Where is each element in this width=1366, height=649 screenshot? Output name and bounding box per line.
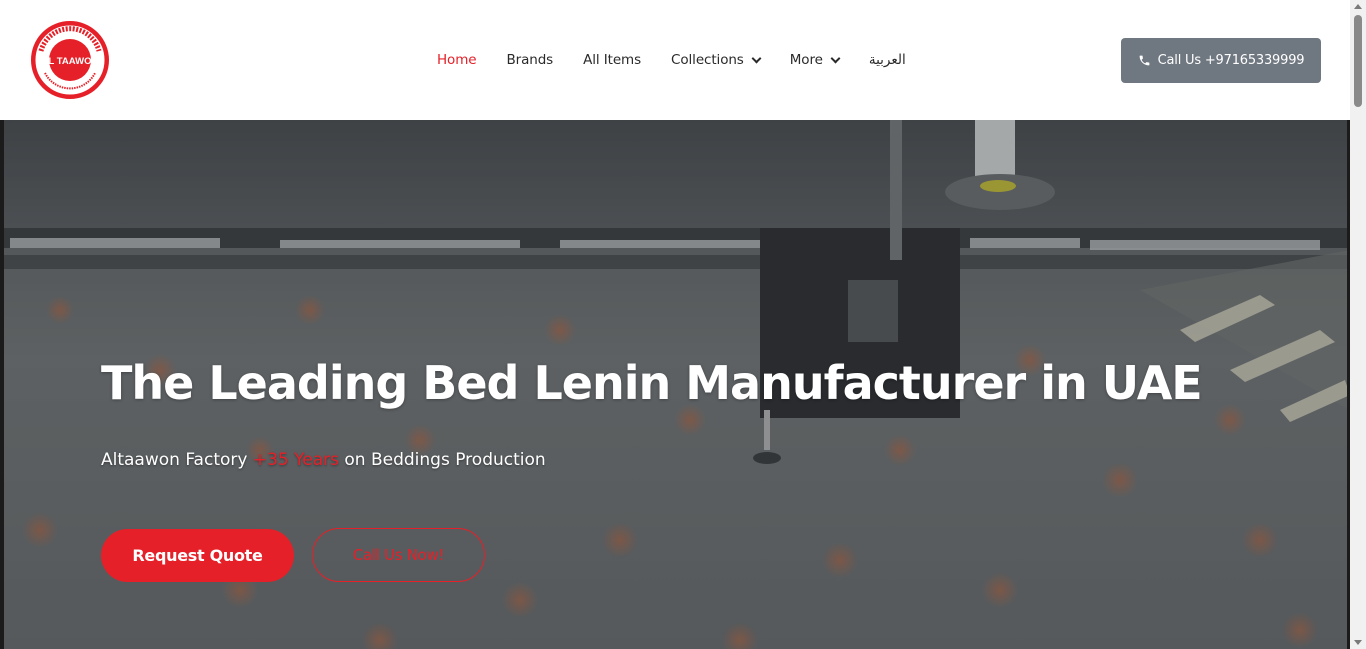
page-scrollbar[interactable] [1350, 0, 1366, 649]
call-us-now-button[interactable]: Call Us Now! [312, 528, 485, 582]
hero-title: The Leading Bed Lenin Manufacturer in UA… [101, 356, 1203, 410]
nav-collections-label: Collections [671, 52, 744, 68]
request-quote-label: Request Quote [132, 546, 263, 565]
nav-all-items[interactable]: All Items [583, 52, 641, 68]
nav-more[interactable]: More [789, 52, 841, 68]
scroll-up-arrow-icon[interactable] [1354, 4, 1362, 9]
site-header: AL TAAWON Home Brands All Items Collecti… [0, 0, 1350, 120]
logo-emblem: AL TAAWON [32, 22, 108, 98]
nav-all-items-label: All Items [583, 52, 642, 68]
nav-collections[interactable]: Collections [671, 52, 762, 68]
call-us-now-label: Call Us Now! [352, 546, 445, 564]
hero-subtitle: Altaawon Factory +35 Years on Beddings P… [101, 450, 546, 470]
hero-subtitle-start: Altaawon Factory [101, 450, 253, 470]
nav-arabic[interactable]: العربية [869, 52, 906, 68]
chevron-down-icon [751, 53, 762, 63]
scrollbar-thumb[interactable] [1354, 15, 1362, 107]
logo-text: AL TAAWON [42, 56, 99, 67]
site-logo[interactable]: AL TAAWON [31, 21, 109, 99]
call-us-button[interactable]: Call Us +97165339999 [1121, 38, 1321, 83]
chevron-down-icon [830, 53, 841, 63]
nav-home-label: Home [437, 52, 477, 68]
hero-section: The Leading Bed Lenin Manufacturer in UA… [0, 120, 1350, 649]
hero-subtitle-highlight: +35 Years [252, 450, 339, 470]
nav-brands-label: Brands [506, 52, 554, 68]
nav-arabic-label: العربية [868, 52, 906, 68]
nav-brands[interactable]: Brands [506, 52, 553, 68]
hero-left-edge [0, 120, 4, 649]
request-quote-button[interactable]: Request Quote [101, 529, 294, 582]
call-us-label: Call Us +97165339999 [1157, 53, 1305, 68]
nav-home[interactable]: Home [437, 52, 477, 68]
nav-more-label: More [789, 52, 823, 68]
hero-subtitle-end: on Beddings Production [338, 450, 546, 470]
scroll-down-arrow-icon[interactable] [1354, 640, 1362, 645]
main-nav: Home Brands All Items Collections More ا… [437, 50, 936, 70]
phone-icon [1139, 55, 1150, 66]
